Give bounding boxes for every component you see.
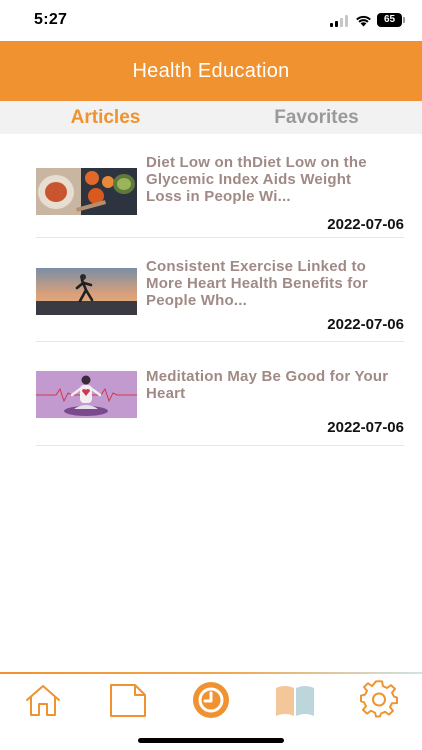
tabbar-home[interactable] <box>21 678 65 722</box>
tab-favorites[interactable]: Favorites <box>211 101 422 134</box>
wifi-icon <box>356 15 371 27</box>
tab-articles[interactable]: Articles <box>0 101 211 134</box>
article-date: 2022-07-06 <box>327 316 404 333</box>
battery-icon: 65 <box>377 13 405 27</box>
list-item[interactable]: Consistent Exercise Linked to More Heart… <box>36 238 404 342</box>
article-title: Diet Low on thDiet Low on the Glycemic I… <box>146 154 367 205</box>
article-title: Consistent Exercise Linked to More Heart… <box>146 258 368 309</box>
home-icon <box>26 685 60 716</box>
tabbar-divider <box>0 672 422 674</box>
status-time: 5:27 <box>34 11 68 28</box>
tabbar-library[interactable] <box>273 678 317 722</box>
app-header: Health Education <box>0 41 422 101</box>
article-list: Diet Low on thDiet Low on the Glycemic I… <box>36 134 404 446</box>
meditation-heart-thumbnail <box>36 371 137 418</box>
article-title: Meditation May Be Good for Your Heart <box>146 368 389 402</box>
tabbar-documents[interactable] <box>105 678 149 722</box>
tabbar-clock[interactable] <box>189 678 233 722</box>
article-date: 2022-07-06 <box>327 419 404 436</box>
list-item[interactable]: Diet Low on thDiet Low on the Glycemic I… <box>36 134 404 238</box>
status-bar: 5:27 65 <box>0 0 422 41</box>
home-indicator <box>138 738 284 743</box>
tabbar-settings[interactable] <box>357 678 401 722</box>
list-item[interactable]: Meditation May Be Good for Your Heart 20… <box>36 342 404 446</box>
segmented-tabs: Articles Favorites <box>0 101 422 134</box>
gear-icon <box>360 680 398 718</box>
page-title: Health Education <box>132 59 290 82</box>
runner-sunset-thumbnail <box>36 268 137 315</box>
clock-icon <box>193 682 229 718</box>
article-date: 2022-07-06 <box>327 216 404 233</box>
book-icon <box>276 686 314 716</box>
signal-icon <box>330 15 348 27</box>
food-bowls-thumbnail <box>36 168 137 215</box>
document-icon <box>110 684 146 717</box>
battery-level: 65 <box>377 13 402 27</box>
